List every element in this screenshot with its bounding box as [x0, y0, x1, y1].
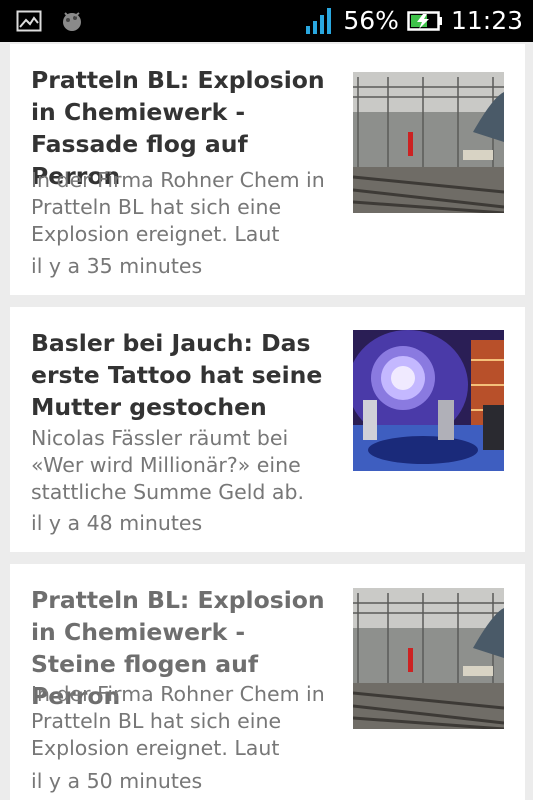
article-summary: Nicolas Fässler räumt bei «Wer wird Mill…	[31, 426, 305, 504]
signal-bars-icon	[306, 8, 332, 34]
news-feed: Pratteln BL: Explosion in Chemiewerk - F…	[0, 42, 533, 800]
article-thumbnail	[353, 588, 504, 729]
app-notification-icon	[63, 12, 81, 31]
article-time: il y a 35 minutes	[31, 254, 203, 278]
article-time: il y a 48 minutes	[31, 511, 203, 535]
article-title: Basler bei Jauch: Das erste Tattoo hat s…	[31, 329, 323, 421]
news-card[interactable]: Pratteln BL: Explosion in Chemiewerk - F…	[10, 44, 525, 295]
status-bar: 56% 11:23	[0, 0, 533, 42]
news-card[interactable]: Pratteln BL: Explosion in Chemiewerk - S…	[10, 564, 525, 800]
image-icon	[16, 10, 42, 32]
battery-percent: 56%	[343, 6, 399, 35]
article-thumbnail	[353, 72, 504, 213]
article-thumbnail	[353, 330, 504, 471]
article-summary: In der Firma Rohner Chem in Pratteln BL …	[31, 168, 325, 246]
news-card[interactable]: Basler bei Jauch: Das erste Tattoo hat s…	[10, 307, 525, 552]
battery-charging-icon	[407, 11, 442, 31]
article-summary: In der Firma Rohner Chem in Pratteln BL …	[31, 682, 325, 760]
notification-area	[16, 9, 84, 33]
clock: 11:23	[450, 6, 523, 35]
article-time: il y a 50 minutes	[31, 769, 203, 793]
